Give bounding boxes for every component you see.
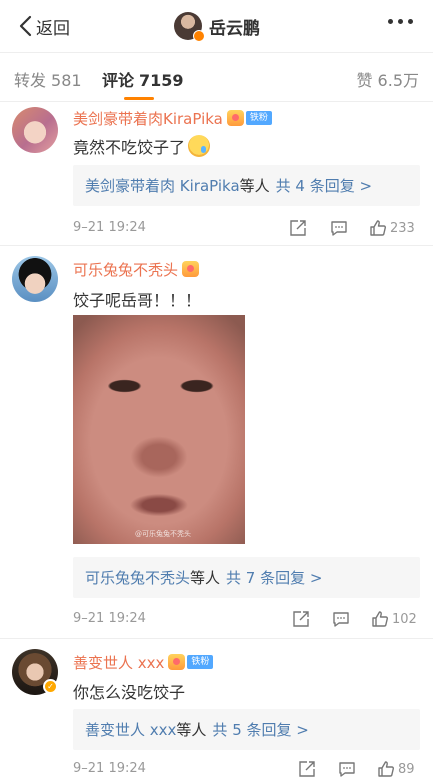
reply-mid: 等人	[190, 569, 221, 587]
reply-count: 共 5 条回复 >	[212, 721, 309, 739]
tab-like[interactable]: 赞 6.5万	[357, 67, 419, 91]
tab-like-count: 6.5万	[377, 71, 419, 90]
navigation-bar: 返回 岳云鹏	[0, 0, 433, 52]
vip-icon	[168, 654, 186, 670]
comment-username[interactable]: 美剑豪带着肉KiraPika	[73, 108, 223, 129]
tab-repost-label: 转发	[14, 71, 47, 90]
fan-badge: 铁粉	[245, 111, 272, 125]
back-button[interactable]: 返回	[18, 13, 70, 39]
reply-mid: 等人	[176, 721, 207, 739]
like-button[interactable]: 89	[377, 759, 415, 779]
comment-item: ✓ 善变世人 xxx 铁粉 你怎么没吃饺子 善变世人 xxx 等人共 5 条回复 …	[0, 639, 433, 779]
reply-count: 共 4 条回复 >	[275, 177, 373, 195]
tab-comment[interactable]: 评论 7159	[102, 67, 184, 100]
like-button[interactable]: 102	[371, 609, 417, 629]
comment-icon[interactable]	[332, 609, 350, 629]
comment-time: 9–21 19:24	[73, 220, 146, 235]
like-count: 233	[390, 220, 415, 236]
comment-time: 9–21 19:24	[73, 611, 146, 626]
share-icon[interactable]	[298, 759, 316, 779]
share-icon[interactable]	[289, 218, 307, 238]
back-arrow-icon	[19, 15, 32, 37]
page-title: 岳云鹏	[209, 18, 260, 39]
tab-comment-count: 7159	[139, 71, 184, 90]
like-icon	[372, 611, 388, 627]
comment-text: 竟然不吃饺子了	[73, 138, 186, 157]
reply-names: 美剑豪带着肉 KiraPika	[85, 177, 240, 195]
like-button[interactable]: 233	[369, 218, 415, 238]
like-icon	[378, 761, 394, 777]
tab-bar: 转发 581 评论 7159 赞 6.5万	[0, 52, 433, 102]
vip-icon	[226, 110, 244, 126]
nav-title-group[interactable]: 岳云鹏	[174, 10, 260, 42]
comment-time: 9–21 19:24	[73, 761, 146, 776]
reply-mid: 等人	[239, 177, 270, 195]
comment-author-row: 可乐兔兔不秃头	[73, 259, 200, 280]
reply-count: 共 7 条回复 >	[226, 569, 323, 587]
reply-summary[interactable]: 可乐兔兔不秃头 等人共 7 条回复 >	[73, 557, 420, 598]
comment-text: 你怎么没吃饺子	[73, 683, 186, 702]
comment-text-row: 饺子呢岳哥！！！	[73, 287, 201, 311]
avatar[interactable]	[12, 107, 58, 153]
reply-names: 善变世人 xxx	[85, 721, 177, 739]
reply-summary[interactable]: 美剑豪带着肉 KiraPika 等人共 4 条回复 >	[73, 165, 420, 206]
tab-repost-count: 581	[51, 71, 82, 90]
like-count: 89	[398, 761, 415, 777]
avatar[interactable]	[12, 256, 58, 302]
reply-summary[interactable]: 善变世人 xxx 等人共 5 条回复 >	[73, 709, 420, 750]
comment-item: 可乐兔兔不秃头 饺子呢岳哥！！！ @可乐兔兔不秃头 可乐兔兔不秃头 等人共 7 条…	[0, 246, 433, 636]
comment-icon[interactable]	[338, 759, 356, 779]
comment-text-row: 你怎么没吃饺子	[73, 679, 185, 703]
like-count: 102	[392, 611, 417, 627]
comment-text: 饺子呢岳哥！！！	[73, 291, 202, 310]
reply-names: 可乐兔兔不秃头	[85, 569, 191, 587]
tab-comment-label: 评论	[102, 71, 135, 90]
share-icon[interactable]	[292, 609, 310, 629]
more-icon[interactable]	[388, 19, 413, 24]
back-label: 返回	[36, 18, 70, 39]
verified-badge-icon	[193, 30, 205, 42]
comment-item: 美剑豪带着肉KiraPika 铁粉 竟然不吃饺子了 美剑豪带着肉 KiraPik…	[0, 103, 433, 245]
tab-repost[interactable]: 转发 581	[14, 67, 82, 91]
comment-author-row: 善变世人 xxx 铁粉	[73, 652, 214, 673]
avatar[interactable]	[174, 12, 205, 42]
comment-icon[interactable]	[330, 218, 348, 238]
comment-meta: 9–21 19:24 102	[73, 609, 420, 629]
comment-meta: 9–21 19:24 89	[73, 759, 420, 779]
comment-username[interactable]: 善变世人 xxx	[73, 652, 164, 673]
tab-like-label: 赞	[356, 71, 373, 90]
comment-photo[interactable]: @可乐兔兔不秃头	[73, 315, 245, 544]
photo-watermark: @可乐兔兔不秃头	[135, 530, 191, 538]
verified-badge-icon: ✓	[43, 679, 58, 694]
vip-icon	[182, 261, 200, 277]
comment-username[interactable]: 可乐兔兔不秃头	[73, 259, 178, 280]
like-icon	[370, 220, 386, 236]
tear-emoji-icon	[188, 135, 211, 157]
comment-author-row: 美剑豪带着肉KiraPika 铁粉	[73, 108, 272, 128]
comment-text-row: 竟然不吃饺子了	[73, 134, 211, 158]
comment-meta: 9–21 19:24 233	[73, 218, 420, 238]
fan-badge: 铁粉	[187, 655, 214, 669]
